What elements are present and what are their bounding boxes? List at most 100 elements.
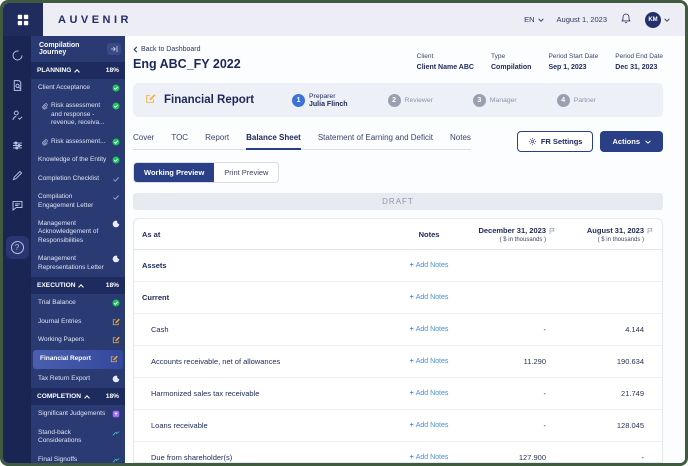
plus-icon: +	[409, 294, 414, 301]
edit-icon	[145, 91, 156, 109]
user-menu[interactable]: KM	[645, 11, 670, 28]
step-reviewer: 2 Reviewer	[387, 93, 433, 107]
draft-watermark: DRAFT	[133, 193, 663, 210]
moon-icon	[112, 375, 120, 383]
value-period1: 127.900	[518, 453, 546, 462]
add-notes-link[interactable]: + Add Notes	[384, 358, 474, 365]
chevron-left-icon	[133, 46, 138, 53]
actions-button[interactable]: Actions	[600, 131, 663, 152]
edit-icon	[112, 336, 120, 344]
green-check-icon	[112, 156, 120, 164]
sidebar-item[interactable]: Final Signoffs	[31, 451, 125, 463]
value-period2: 4.144	[625, 325, 644, 334]
paperclip-icon	[42, 139, 48, 146]
sidebar-item[interactable]: Tax Return Export	[31, 370, 125, 388]
sidebar-item[interactable]: Significant Judgements	[31, 405, 125, 423]
table-row: Harmonized sales tax receivable + Add Note…	[134, 378, 662, 410]
column-header-period1: December 31, 2023 ( $ in thousands )	[474, 226, 556, 243]
workflow-stepper: 1 Preparer Julia Flinch 2 Reviewer 3 Manager 4 P…	[292, 93, 651, 108]
sliders-icon[interactable]	[10, 138, 24, 152]
icon-rail: ?	[3, 36, 31, 463]
sidebar-item[interactable]: Working Papers	[31, 331, 125, 349]
current-date: August 1, 2023	[556, 15, 607, 24]
section-header-execution[interactable]: EXECUTION 18%	[31, 277, 125, 295]
meta-client: Client Client Name ABC	[416, 53, 474, 71]
sidebar-item[interactable]: Knowledge of the Entity	[31, 151, 125, 169]
sidebar-item[interactable]: Management Acknowledgement of Responsibi…	[31, 215, 125, 250]
chevron-down-icon	[645, 139, 651, 144]
sidebar-item[interactable]: Risk assessment and response - revenue, …	[31, 97, 125, 132]
file-search-icon[interactable]	[10, 78, 24, 92]
sidebar-item[interactable]: Stand-back Considerations	[31, 424, 125, 451]
sidebar-item[interactable]: Trial Balance	[31, 294, 125, 312]
step-preparer: 1 Preparer Julia Flinch	[292, 93, 348, 108]
add-notes-link[interactable]: + Add Notes	[384, 390, 474, 397]
sidebar-item[interactable]: Journal Entries	[31, 313, 125, 331]
table-row: Assets + Add Notes	[134, 250, 662, 282]
language-selector[interactable]: EN	[524, 15, 544, 24]
table-row: Due from shareholder(s) + Add Notes 127.900…	[134, 442, 662, 462]
sidebar-item[interactable]: Risk assessment...	[31, 133, 125, 151]
table-row: Loans receivable + Add Notes - 128.045	[134, 410, 662, 442]
app-window: AUVENIR EN August 1, 2023 KM ? Compilati…	[0, 0, 688, 466]
signoff-icon	[112, 430, 120, 435]
add-notes-link[interactable]: + Add Notes	[384, 454, 474, 461]
chevron-up-icon	[74, 68, 81, 75]
sidebar-item[interactable]: Management Representations Letter	[31, 250, 125, 277]
sidebar-item[interactable]: Completion Checklist	[31, 170, 125, 188]
flag-icon[interactable]	[548, 227, 556, 235]
tab-statement-of-earning-and-deficit[interactable]: Statement of Earning and Deficit	[318, 133, 433, 142]
meta-period-end-date: Period End Date Dec 31, 2023	[615, 53, 663, 71]
notifications-button[interactable]	[620, 12, 632, 27]
avatar: KM	[645, 11, 661, 28]
engagement-title: Eng ABC_FY 2022	[133, 57, 241, 71]
collapse-sidebar-button[interactable]	[107, 43, 121, 55]
add-notes-link[interactable]: + Add Notes	[384, 422, 474, 429]
section-header-completion[interactable]: COMPLETION 18%	[31, 388, 125, 406]
blue-check-icon	[113, 176, 119, 182]
collapse-icon	[111, 46, 118, 52]
sidebar-item[interactable]: Client Acceptance	[31, 79, 125, 97]
back-to-dashboard-link[interactable]: Back to Dashboard	[133, 46, 663, 53]
add-notes-link[interactable]: + Add Notes	[384, 262, 474, 269]
chevron-down-icon	[537, 17, 544, 22]
section-header-planning[interactable]: PLANNING 18%	[31, 62, 125, 79]
add-notes-link[interactable]: + Add Notes	[384, 326, 474, 333]
app-launcher-button[interactable]	[3, 3, 43, 36]
edit-icon	[110, 356, 118, 363]
line-item-label: Loans receivable	[151, 421, 208, 430]
green-check-icon	[112, 84, 120, 92]
pen-icon[interactable]	[10, 168, 24, 182]
working-preview-button[interactable]: Working Preview	[134, 163, 215, 182]
print-preview-button[interactable]: Print Preview	[214, 163, 278, 182]
balance-sheet-table: As at Notes December 31, 2023 ( $ in tho…	[133, 218, 663, 463]
value-period1: -	[543, 421, 547, 430]
sidebar-item[interactable]: Compilation Engagement Letter	[31, 188, 125, 215]
value-period1: -	[543, 325, 547, 334]
plus-icon: +	[409, 326, 414, 333]
tab-toc[interactable]: TOC	[171, 133, 188, 142]
fr-settings-button[interactable]: FR Settings	[516, 131, 594, 152]
judgement-icon	[112, 411, 120, 418]
user-check-icon[interactable]	[10, 108, 24, 122]
flag-icon[interactable]	[646, 227, 654, 235]
tab-balance-sheet[interactable]: Balance Sheet	[246, 133, 301, 150]
plus-icon: +	[409, 422, 414, 429]
tab-cover[interactable]: Cover	[133, 133, 154, 142]
add-notes-link[interactable]: + Add Notes	[384, 294, 474, 301]
tab-notes[interactable]: Notes	[450, 133, 471, 142]
sidebar-item[interactable]: Financial Report	[33, 350, 123, 369]
plus-icon: +	[409, 454, 414, 461]
table-header: As at Notes December 31, 2023 ( $ in tho…	[134, 219, 662, 250]
plus-icon: +	[409, 262, 414, 269]
help-button[interactable]: ?	[5, 236, 29, 259]
value-period2: 128.045	[616, 421, 644, 430]
table-body: Assets + Add Notes Current + Add Notes Cash + Ad…	[134, 250, 662, 462]
moon-icon	[112, 255, 120, 263]
chat-icon[interactable]	[10, 198, 24, 212]
chevron-up-icon	[84, 394, 90, 401]
tab-report[interactable]: Report	[205, 133, 229, 142]
value-period2: -	[641, 453, 645, 462]
grid-icon	[17, 14, 29, 25]
progress-icon[interactable]	[10, 48, 24, 62]
